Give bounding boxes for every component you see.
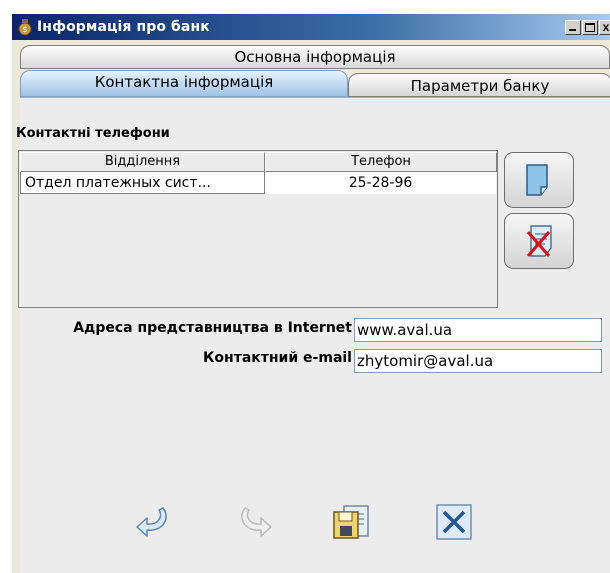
column-header-department[interactable]: Відділення: [20, 152, 265, 172]
email-label: Контактний e-mail: [202, 350, 352, 366]
cell-department[interactable]: Отдел платежных сист...: [20, 172, 265, 194]
delete-phone-button[interactable]: [504, 213, 574, 269]
window-title: Інформація про банк: [37, 19, 210, 35]
cancel-icon[interactable]: [434, 502, 474, 542]
maximize-button[interactable]: [582, 20, 598, 35]
tab-bank-parameters[interactable]: Параметри банку: [348, 73, 610, 97]
undo-icon[interactable]: [133, 502, 173, 542]
section-title-phones: Контактні телефони: [16, 126, 170, 141]
close-button[interactable]: x: [599, 20, 610, 35]
new-document-icon: [526, 164, 548, 196]
tab-contact-info[interactable]: Контактна інформація: [20, 70, 348, 97]
svg-text:$: $: [22, 25, 27, 34]
table-row[interactable]: Отдел платежных сист... 25-28-96: [20, 172, 496, 194]
column-header-phone[interactable]: Телефон: [265, 152, 497, 172]
title-bar[interactable]: $ Інформація про банк x: [12, 14, 610, 40]
phones-table[interactable]: Відділення Телефон Отдел платежных сист.…: [18, 150, 498, 308]
save-icon[interactable]: [332, 502, 372, 542]
tab-basic-info[interactable]: Основна інформація: [20, 45, 610, 69]
website-input[interactable]: www.aval.ua: [354, 318, 602, 342]
minimize-button[interactable]: [565, 20, 581, 35]
redo-icon[interactable]: [235, 502, 275, 542]
delete-document-icon: [526, 225, 552, 257]
email-input[interactable]: zhytomir@aval.ua: [354, 349, 602, 373]
cell-phone[interactable]: 25-28-96: [265, 172, 496, 194]
website-label: Адреса представництва в Internet: [73, 320, 352, 336]
add-phone-button[interactable]: [504, 152, 574, 208]
bank-app-icon: $: [18, 19, 32, 36]
